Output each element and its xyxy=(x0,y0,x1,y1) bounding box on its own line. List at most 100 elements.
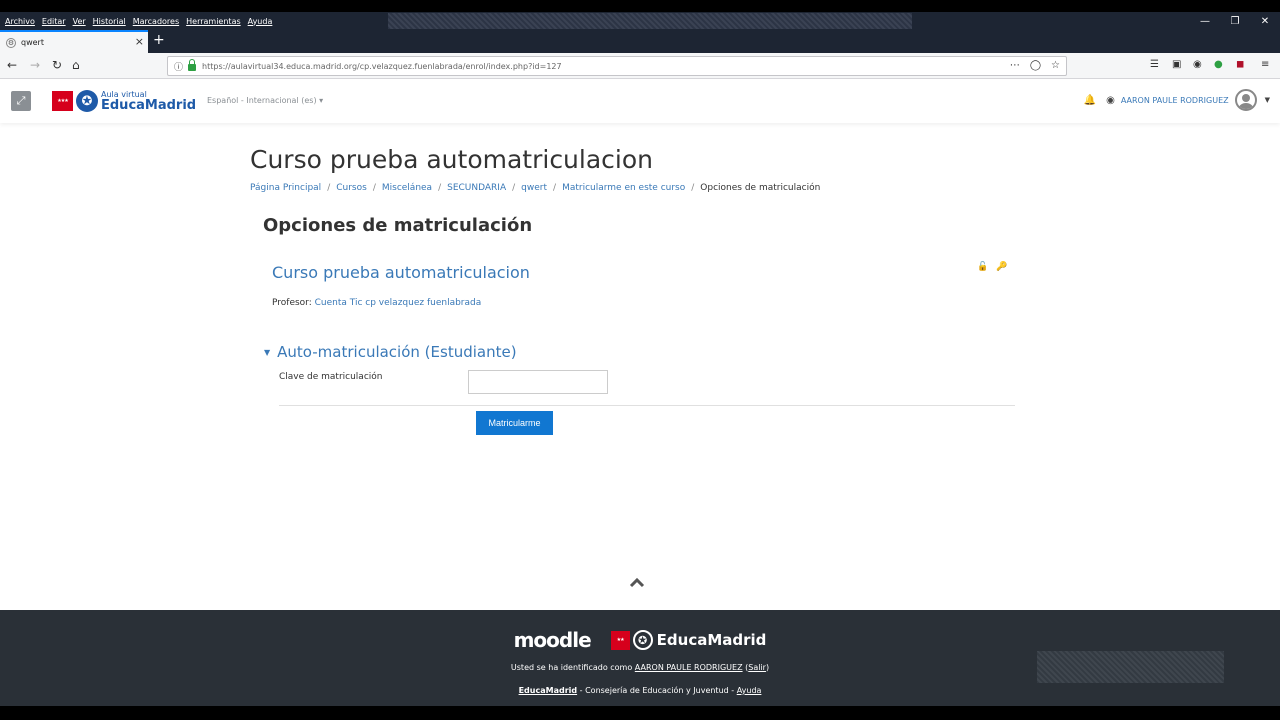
drawer-toggle-button[interactable]: ⤢ xyxy=(11,91,31,111)
reload-icon[interactable]: ↻ xyxy=(52,58,62,72)
breadcrumb-home[interactable]: Página Principal xyxy=(250,183,321,193)
redacted-area xyxy=(1037,651,1224,683)
expand-icon: ⤢ xyxy=(16,94,26,107)
menu-ver[interactable]: Ver xyxy=(70,17,89,26)
browser-tab[interactable]: ⚙ qwert × xyxy=(0,30,148,53)
breadcrumb-separator: / xyxy=(553,183,557,193)
educamadrid-star-icon: ✪ xyxy=(76,90,98,112)
screen: Archivo Editar Ver Historial Marcadores … xyxy=(0,12,1280,706)
breadcrumb-cursos[interactable]: Cursos xyxy=(336,183,367,193)
forward-icon[interactable]: → xyxy=(30,58,40,72)
key-icon: 🔑 xyxy=(996,262,1008,272)
fieldset-legend: Auto-matriculación (Estudiante) xyxy=(277,343,517,361)
page: ⤢ ★★★ ✪ Aula virtual EducaMadrid Español… xyxy=(0,79,1280,706)
breadcrumb-miscelanea[interactable]: Miscelánea xyxy=(382,183,432,193)
sidebar-icon[interactable]: ▣ xyxy=(1172,59,1181,70)
lock-icon xyxy=(188,58,197,71)
more-actions-icon[interactable]: ⋯ xyxy=(1010,60,1020,71)
menu-marcadores[interactable]: Marcadores xyxy=(130,17,182,26)
breadcrumb-separator: / xyxy=(512,183,516,193)
comunidad-madrid-flag-icon: ★★★ xyxy=(52,91,73,111)
form-divider xyxy=(279,405,1015,406)
language-menu[interactable]: Español - Internacional (es) ▾ xyxy=(207,96,323,105)
educamadrid-link[interactable]: EducaMadrid xyxy=(519,686,578,695)
bell-icon[interactable]: 🔔 xyxy=(1084,95,1096,106)
url-bar[interactable]: ⓘ https://aulavirtual34.educa.madrid.org… xyxy=(167,56,1067,76)
breadcrumb-separator: / xyxy=(438,183,442,193)
educamadrid-footer-logo[interactable]: ★★ ✪ EducaMadrid xyxy=(610,630,766,650)
user-caret-icon[interactable]: ▼ xyxy=(1265,96,1270,104)
window-controls: — ❐ ✕ xyxy=(1190,12,1280,30)
breadcrumb-secundaria[interactable]: SECUNDARIA xyxy=(447,183,506,193)
breadcrumb-enrol[interactable]: Matricularme en este curso xyxy=(562,183,685,193)
pocket-icon[interactable]: ◯ xyxy=(1030,60,1041,71)
educamadrid-star-icon: ✪ xyxy=(632,630,653,650)
breadcrumb-qwert[interactable]: qwert xyxy=(521,183,547,193)
info-icon[interactable]: ⓘ xyxy=(174,60,183,73)
brand-big: EducaMadrid xyxy=(101,97,197,113)
enrol-key-label: Clave de matriculación xyxy=(279,372,383,382)
menu-historial[interactable]: Historial xyxy=(90,17,129,26)
new-tab-icon[interactable]: + xyxy=(153,32,165,48)
footer-logos: moodle ★★ ✪ EducaMadrid xyxy=(0,628,1280,652)
login-user-link[interactable]: AARON PAULE RODRIGUEZ xyxy=(635,663,743,672)
breadcrumb-separator: / xyxy=(691,183,695,193)
browser-navbar: ← → ↻ ⌂ ⓘ https://aulavirtual34.educa.ma… xyxy=(0,53,1280,79)
breadcrumb-current: Opciones de matriculación xyxy=(700,183,821,193)
hamburger-menu-icon[interactable]: ≡ xyxy=(1261,59,1269,70)
avatar[interactable] xyxy=(1234,89,1257,111)
brand-text: Aula virtual EducaMadrid xyxy=(101,90,197,113)
unlock-icon: 🔓 xyxy=(977,262,989,272)
chevron-down-icon: ▾ xyxy=(319,96,324,105)
section-title: Opciones de matriculación xyxy=(263,215,533,236)
site-logo[interactable]: ★★★ ✪ Aula virtual EducaMadrid xyxy=(52,89,196,113)
back-icon[interactable]: ← xyxy=(7,58,17,72)
self-enrol-fieldset-toggle[interactable]: ▼ Auto-matriculación (Estudiante) xyxy=(264,343,517,361)
browser-menubar: Archivo Editar Ver Historial Marcadores … xyxy=(0,12,1280,30)
menu-herramientas[interactable]: Herramientas xyxy=(183,17,244,26)
menu-editar[interactable]: Editar xyxy=(39,17,69,26)
page-title: Curso prueba automatriculacion xyxy=(250,145,654,174)
collapse-caret-icon: ▼ xyxy=(264,347,271,357)
teacher-info: Profesor: Cuenta Tic cp velazquez fuenla… xyxy=(272,298,481,308)
favicon-icon: ⚙ xyxy=(6,37,16,48)
shield-icon[interactable]: ◼ xyxy=(1236,59,1244,70)
footer-credit: EducaMadrid - Consejería de Educación y … xyxy=(0,686,1280,695)
menu-ayuda[interactable]: Ayuda xyxy=(245,17,276,26)
logout-link[interactable]: Salir xyxy=(748,663,766,672)
help-link[interactable]: Ayuda xyxy=(737,686,762,695)
extension-icon[interactable]: ● xyxy=(1214,59,1223,70)
url-actions: ⋯ ◯ ☆ xyxy=(1010,60,1060,71)
restore-icon[interactable]: ❐ xyxy=(1220,12,1250,30)
tab-strip: ⚙ qwert × + xyxy=(0,30,1280,53)
credit-text: - Consejería de Educación y Juventud - xyxy=(577,686,737,695)
course-title-link[interactable]: Curso prueba automatriculacion xyxy=(272,263,530,282)
bookmark-star-icon[interactable]: ☆ xyxy=(1051,60,1060,71)
library-icon[interactable]: ☰ xyxy=(1150,59,1159,70)
enrol-me-button[interactable]: Matricularme xyxy=(476,411,553,435)
site-header: ⤢ ★★★ ✪ Aula virtual EducaMadrid Español… xyxy=(0,79,1280,123)
user-menu[interactable]: 🔔 ◉ AARON PAULE RODRIGUEZ ▼ xyxy=(1084,89,1270,111)
menu-archivo[interactable]: Archivo xyxy=(2,17,38,26)
enrol-method-icons: 🔓 🔑 xyxy=(977,262,1007,272)
site-footer: moodle ★★ ✪ EducaMadrid Usted se ha iden… xyxy=(0,610,1280,706)
breadcrumb-separator: / xyxy=(372,183,376,193)
teacher-link[interactable]: Cuenta Tic cp velazquez fuenlabrada xyxy=(315,298,482,308)
moodle-logo[interactable]: moodle xyxy=(514,628,592,652)
user-name[interactable]: AARON PAULE RODRIGUEZ xyxy=(1121,96,1229,105)
home-icon[interactable]: ⌂ xyxy=(72,58,80,72)
account-icon[interactable]: ◉ xyxy=(1193,59,1202,70)
chat-icon[interactable]: ◉ xyxy=(1106,95,1115,106)
language-label: Español - Internacional (es) xyxy=(207,96,317,105)
tab-title: qwert xyxy=(21,38,44,47)
redacted-area xyxy=(388,13,912,29)
minimize-icon[interactable]: — xyxy=(1190,12,1220,30)
close-window-icon[interactable]: ✕ xyxy=(1250,12,1280,30)
close-tab-icon[interactable]: × xyxy=(135,35,144,48)
teacher-label: Profesor: xyxy=(272,298,315,308)
url-text[interactable]: https://aulavirtual34.educa.madrid.org/c… xyxy=(202,62,562,71)
back-to-top-icon[interactable] xyxy=(628,574,646,592)
enrol-key-input[interactable] xyxy=(468,370,608,394)
breadcrumb: Página Principal / Cursos / Miscelánea /… xyxy=(250,183,820,193)
login-prefix: Usted se ha identificado como xyxy=(510,663,635,672)
